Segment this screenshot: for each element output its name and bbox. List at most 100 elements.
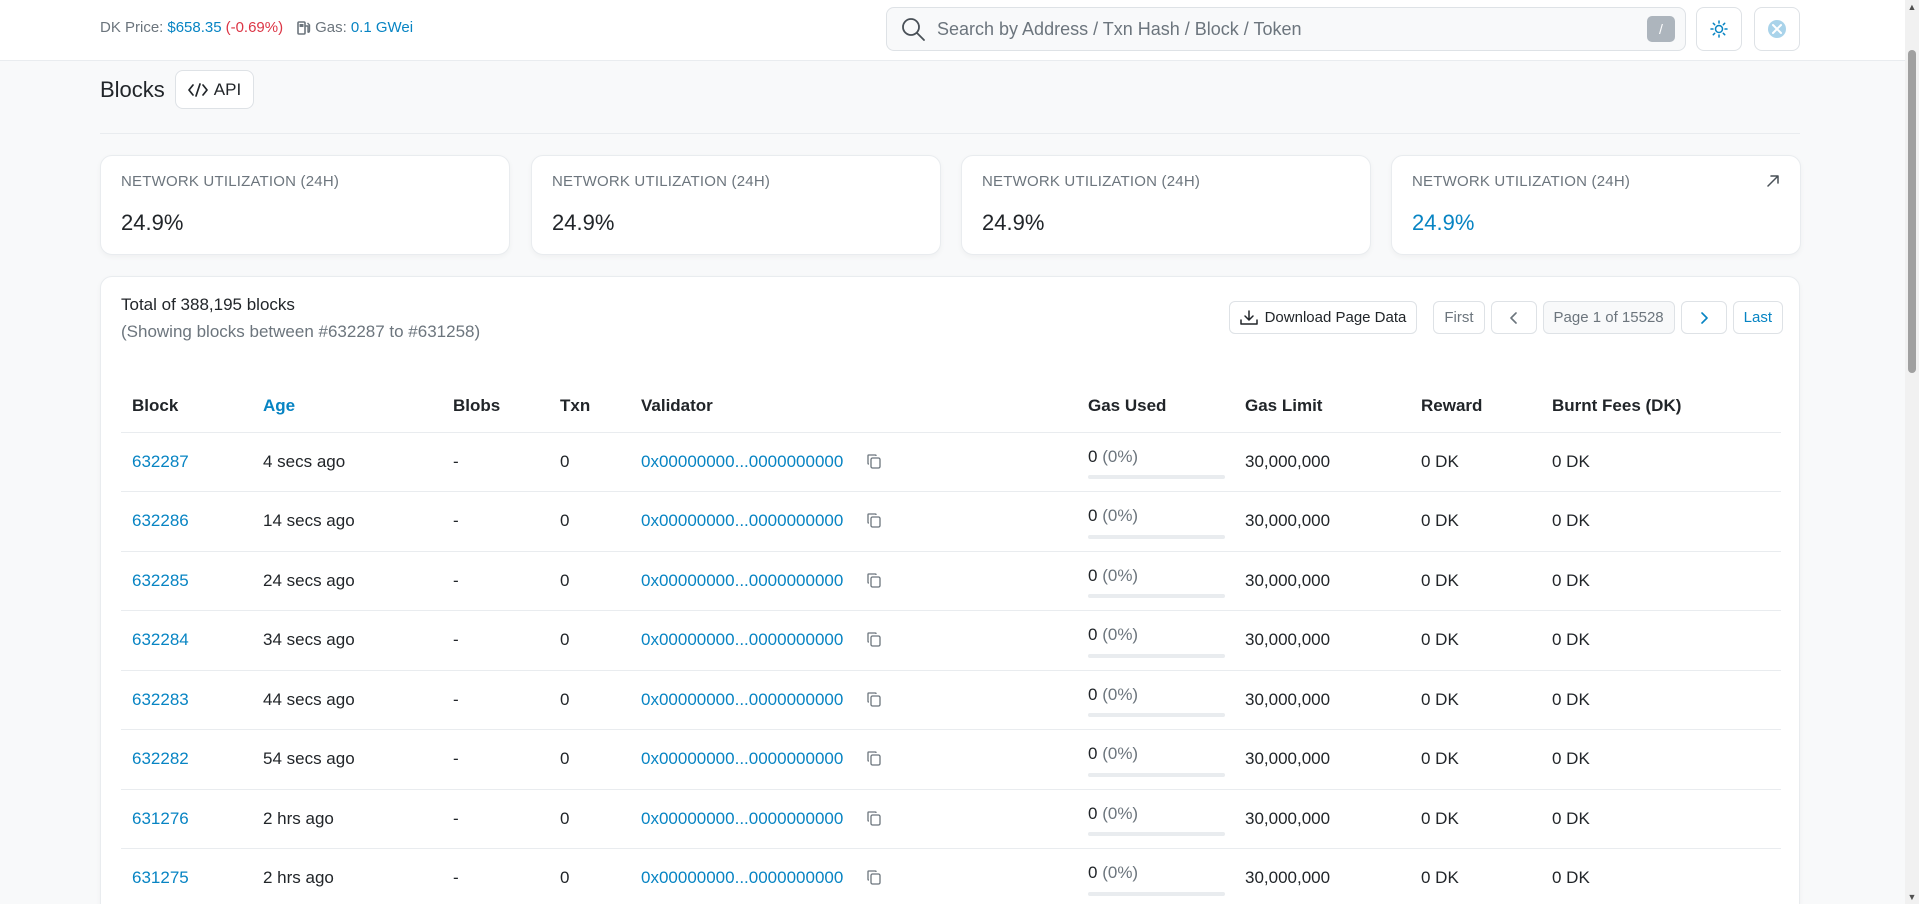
- block-number-link[interactable]: 631276: [132, 809, 189, 828]
- blocks-table: Block Age Blobs Txn Validator Gas Used G…: [121, 380, 1781, 904]
- validator-address-link[interactable]: 0x00000000...0000000000: [641, 690, 843, 709]
- gas-used-value: 0: [1088, 506, 1098, 526]
- table-row: 631276 2 hrs ago - 0 0x00000000...000000…: [121, 789, 1781, 849]
- burnt-fees-value: 0 DK: [1541, 432, 1781, 492]
- copy-icon[interactable]: [866, 869, 882, 885]
- copy-icon[interactable]: [866, 631, 882, 647]
- reward-value: 0 DK: [1410, 610, 1541, 671]
- column-header-burnt-fees: Burnt Fees (DK): [1541, 380, 1781, 433]
- block-txn-count: 0: [549, 491, 630, 552]
- download-page-data-button[interactable]: Download Page Data: [1228, 301, 1418, 334]
- column-header-block: Block: [121, 380, 252, 433]
- api-button[interactable]: API: [174, 70, 255, 109]
- gas-limit-value: 30,000,000: [1234, 432, 1410, 492]
- page-title-row: Blocks API: [100, 70, 255, 109]
- gas-used-bar: [1088, 713, 1225, 717]
- gas-used-value: 0: [1088, 744, 1098, 764]
- stat-card-4[interactable]: NETWORK UTILIZATION (24H) 24.9%: [1391, 155, 1801, 255]
- arrow-up-right-icon[interactable]: [1764, 172, 1782, 190]
- table-row: 632284 34 secs ago - 0 0x00000000...0000…: [121, 610, 1781, 671]
- network-logo-icon: [1768, 20, 1786, 38]
- search-icon: [902, 18, 925, 41]
- price-value[interactable]: $658.35: [167, 19, 221, 36]
- stat-label: NETWORK UTILIZATION (24H): [982, 173, 1201, 190]
- search-input[interactable]: [937, 8, 1647, 50]
- validator-address-link[interactable]: 0x00000000...0000000000: [641, 511, 843, 530]
- stat-card-3: NETWORK UTILIZATION (24H) 24.9%: [961, 155, 1371, 255]
- validator-address-link[interactable]: 0x00000000...0000000000: [641, 749, 843, 768]
- page-indicator: Page 1 of 15528: [1542, 301, 1675, 334]
- block-number-link[interactable]: 632286: [132, 511, 189, 530]
- gas-limit-value: 30,000,000: [1234, 610, 1410, 671]
- scroll-down-arrow-icon[interactable]: ▼: [1907, 892, 1917, 902]
- block-age: 2 hrs ago: [252, 789, 442, 849]
- reward-value: 0 DK: [1410, 551, 1541, 611]
- block-blobs: -: [442, 729, 549, 790]
- validator-address-link[interactable]: 0x00000000...0000000000: [641, 571, 843, 590]
- gas-limit-value: 30,000,000: [1234, 670, 1410, 730]
- stat-label: NETWORK UTILIZATION (24H): [121, 173, 340, 190]
- chevron-right-icon: [1700, 311, 1708, 324]
- block-number-link[interactable]: 632283: [132, 690, 189, 709]
- validator-address-link[interactable]: 0x00000000...0000000000: [641, 452, 843, 471]
- copy-icon[interactable]: [866, 750, 882, 766]
- gas-used-value: 0: [1088, 446, 1098, 466]
- scrollbar-thumb[interactable]: [1908, 50, 1916, 373]
- table-body: 632287 4 secs ago - 0 0x00000000...00000…: [121, 432, 1781, 904]
- block-txn-count: 0: [549, 789, 630, 849]
- block-number-link[interactable]: 631275: [132, 868, 189, 887]
- column-header-age[interactable]: Age: [252, 380, 442, 433]
- gas-limit-value: 30,000,000: [1234, 729, 1410, 790]
- table-row: 632287 4 secs ago - 0 0x00000000...00000…: [121, 432, 1781, 492]
- validator-address-link[interactable]: 0x00000000...0000000000: [641, 630, 843, 649]
- scroll-up-arrow-icon[interactable]: ▲: [1907, 2, 1917, 12]
- gas-used-value: 0: [1088, 863, 1098, 883]
- gas-limit-value: 30,000,000: [1234, 491, 1410, 552]
- validator-address-link[interactable]: 0x00000000...0000000000: [641, 868, 843, 887]
- theme-toggle-button[interactable]: [1696, 7, 1742, 51]
- previous-page-button[interactable]: [1490, 301, 1537, 334]
- stat-value: 24.9%: [552, 210, 615, 235]
- block-number-link[interactable]: 632284: [132, 630, 189, 649]
- burnt-fees-value: 0 DK: [1541, 848, 1781, 904]
- reward-value: 0 DK: [1410, 789, 1541, 849]
- next-page-button[interactable]: [1680, 301, 1727, 334]
- block-number-link[interactable]: 632285: [132, 571, 189, 590]
- search-bar[interactable]: /: [886, 7, 1686, 51]
- block-age: 34 secs ago: [252, 610, 442, 671]
- copy-icon[interactable]: [866, 691, 882, 707]
- api-button-label: API: [213, 79, 242, 99]
- burnt-fees-value: 0 DK: [1541, 610, 1781, 671]
- block-blobs: -: [442, 670, 549, 730]
- gas-label: Gas:: [315, 19, 347, 36]
- copy-icon[interactable]: [866, 572, 882, 588]
- copy-icon[interactable]: [866, 453, 882, 469]
- gas-used-percent: (0%): [1102, 863, 1139, 883]
- column-header-validator: Validator: [630, 380, 1077, 433]
- blocks-table-card: Total of 388,195 blocks (Showing blocks …: [100, 276, 1800, 904]
- gas-used-percent: (0%): [1102, 506, 1139, 526]
- gas-used-value: 0: [1088, 565, 1098, 585]
- gas-limit-value: 30,000,000: [1234, 848, 1410, 904]
- top-bar: DK Price: $658.35 (-0.69%) Gas: 0.1 GWei…: [0, 0, 1905, 61]
- validator-address-link[interactable]: 0x00000000...0000000000: [641, 809, 843, 828]
- gas-used-bar: [1088, 891, 1225, 896]
- burnt-fees-value: 0 DK: [1541, 491, 1781, 552]
- block-age: 54 secs ago: [252, 729, 442, 790]
- block-number-link[interactable]: 632282: [132, 749, 189, 768]
- copy-icon[interactable]: [866, 512, 882, 528]
- block-age: 44 secs ago: [252, 670, 442, 730]
- gas-value[interactable]: 0.1 GWei: [351, 19, 413, 36]
- gas-used-value: 0: [1088, 625, 1098, 645]
- last-page-button[interactable]: Last: [1732, 301, 1783, 334]
- block-number-link[interactable]: 632287: [132, 452, 189, 471]
- copy-icon[interactable]: [866, 810, 882, 826]
- block-blobs: -: [442, 848, 549, 904]
- block-blobs: -: [442, 432, 549, 492]
- first-page-button[interactable]: First: [1433, 301, 1485, 334]
- showing-range-text: (Showing blocks between #632287 to #6312…: [121, 322, 481, 341]
- network-logo-button[interactable]: [1754, 7, 1800, 51]
- page-scrollbar[interactable]: ▲ ▼: [1905, 0, 1919, 904]
- gas-used-bar: [1088, 772, 1225, 777]
- table-header-row: Block Age Blobs Txn Validator Gas Used G…: [121, 380, 1781, 433]
